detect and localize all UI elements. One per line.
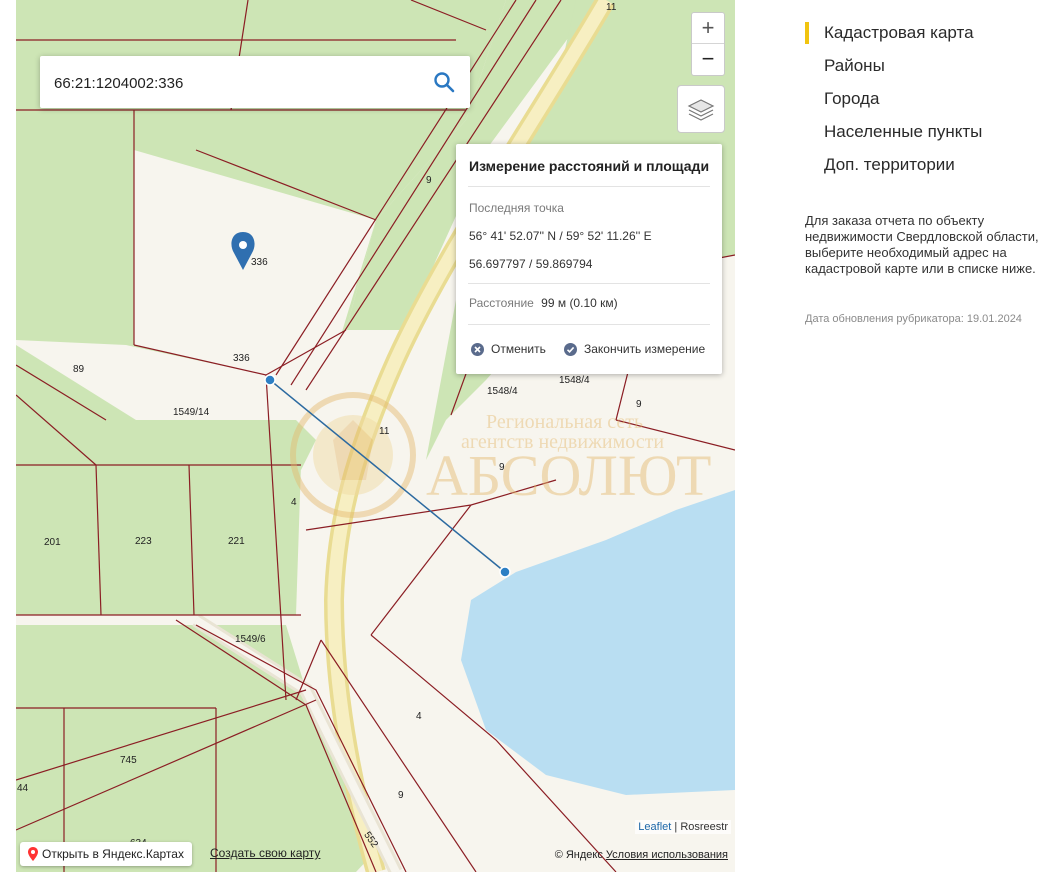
map-label: 1549/14 — [173, 407, 210, 418]
distance-row: Расстояние 99 м (0.10 км) — [469, 296, 618, 310]
check-icon — [564, 342, 577, 356]
yandex-copyright: © Яндекс Условия использования — [555, 849, 728, 861]
rubricator-update-date: Дата обновления рубрикатора: 19.01.2024 — [805, 313, 1022, 325]
map-label: 9 — [398, 790, 404, 801]
terms-of-use-link[interactable]: Условия использования — [606, 849, 728, 861]
map-label: 336 — [233, 353, 250, 364]
zoom-out-button[interactable]: − — [692, 43, 724, 74]
yandex-bar: Открыть в Яндекс.Картах Создать свою кар… — [16, 838, 735, 872]
yandex-copyright-text: © Яндекс — [554, 849, 603, 861]
map-label: 9 — [636, 399, 642, 410]
finish-measure-label: Закончить измерение — [584, 342, 706, 356]
measure-panel-title: Измерение расстояний и площади — [469, 158, 710, 174]
measure-end-point[interactable] — [499, 566, 511, 578]
divider — [468, 283, 710, 284]
sidebar-item-cadastral-map[interactable]: Кадастровая карта — [805, 18, 1045, 51]
map-label: 201 — [44, 537, 61, 548]
map-label: 4 — [291, 497, 297, 508]
map-label: 44 — [17, 783, 29, 794]
last-point-label: Последняя точка — [469, 201, 564, 215]
cancel-measure-button[interactable]: Отменить — [471, 342, 546, 356]
order-info-text: Для заказа отчета по объекту недвижимост… — [805, 213, 1039, 276]
sidebar-item-cities[interactable]: Города — [805, 84, 1045, 117]
layers-icon — [687, 99, 715, 121]
zoom-control: + − — [691, 12, 725, 76]
watermark-line1: Региональная сеть — [486, 411, 643, 433]
cadastral-map[interactable]: Региональная сеть агентств недвижимости … — [16, 0, 735, 872]
sidebar-item-districts[interactable]: Районы — [805, 51, 1045, 84]
cadastral-search-input[interactable] — [52, 56, 416, 110]
map-label: 1548/4 — [559, 375, 590, 386]
map-label: 221 — [228, 536, 245, 547]
map-label: 11 — [606, 2, 617, 13]
measure-start-point[interactable] — [264, 374, 276, 386]
attribution-separator: | — [674, 821, 678, 833]
leaflet-link[interactable]: Leaflet — [638, 821, 671, 833]
distance-label: Расстояние — [469, 296, 534, 310]
sidebar-menu: Кадастровая карта Районы Города Населенн… — [805, 18, 1045, 183]
rosreestr-attribution: Rosreestr — [680, 821, 728, 833]
map-label: 1548/4 — [487, 386, 518, 397]
search-icon — [434, 72, 455, 93]
last-point-coords-dms: 56° 41' 52.07'' N / 59° 52' 11.26'' E — [469, 229, 652, 243]
divider — [468, 324, 710, 325]
finish-measure-button[interactable]: Закончить измерение — [564, 342, 705, 356]
map-label: 4 — [416, 711, 422, 722]
layers-button[interactable] — [677, 85, 725, 133]
last-point-coords-decimal: 56.697797 / 59.869794 — [469, 257, 593, 271]
cadastral-search-box — [40, 56, 470, 110]
map-label: 9 — [499, 462, 505, 473]
map-label: 11 — [379, 426, 390, 437]
create-map-link[interactable]: Создать свою карту — [210, 846, 320, 860]
map-label: 1549/6 — [235, 634, 266, 645]
map-label: 9 — [426, 175, 432, 186]
map-canvas: Региональная сеть агентств недвижимости … — [16, 0, 735, 872]
map-label: 336 — [251, 257, 268, 268]
map-label: 223 — [135, 536, 152, 547]
measure-panel: Измерение расстояний и площади Последняя… — [456, 144, 722, 374]
cancel-measure-label: Отменить — [491, 342, 546, 356]
distance-value: 99 м (0.10 км) — [541, 296, 618, 310]
watermark-brand: АБСОЛЮТ — [426, 443, 711, 508]
map-label: 745 — [120, 755, 137, 766]
cancel-icon — [471, 342, 484, 356]
sidebar-item-settlements[interactable]: Населенные пункты — [805, 117, 1045, 150]
sidebar-item-extra-territories[interactable]: Доп. территории — [805, 150, 1045, 183]
open-in-yandex-maps-label: Открыть в Яндекс.Картах — [42, 847, 184, 861]
search-button[interactable] — [432, 70, 456, 94]
map-attribution: Leaflet | Rosreestr — [635, 820, 731, 834]
divider — [468, 186, 710, 187]
zoom-in-button[interactable]: + — [692, 13, 724, 43]
map-pin-icon — [28, 847, 38, 861]
map-label: 89 — [73, 364, 85, 375]
open-in-yandex-maps-button[interactable]: Открыть в Яндекс.Картах — [20, 842, 192, 866]
